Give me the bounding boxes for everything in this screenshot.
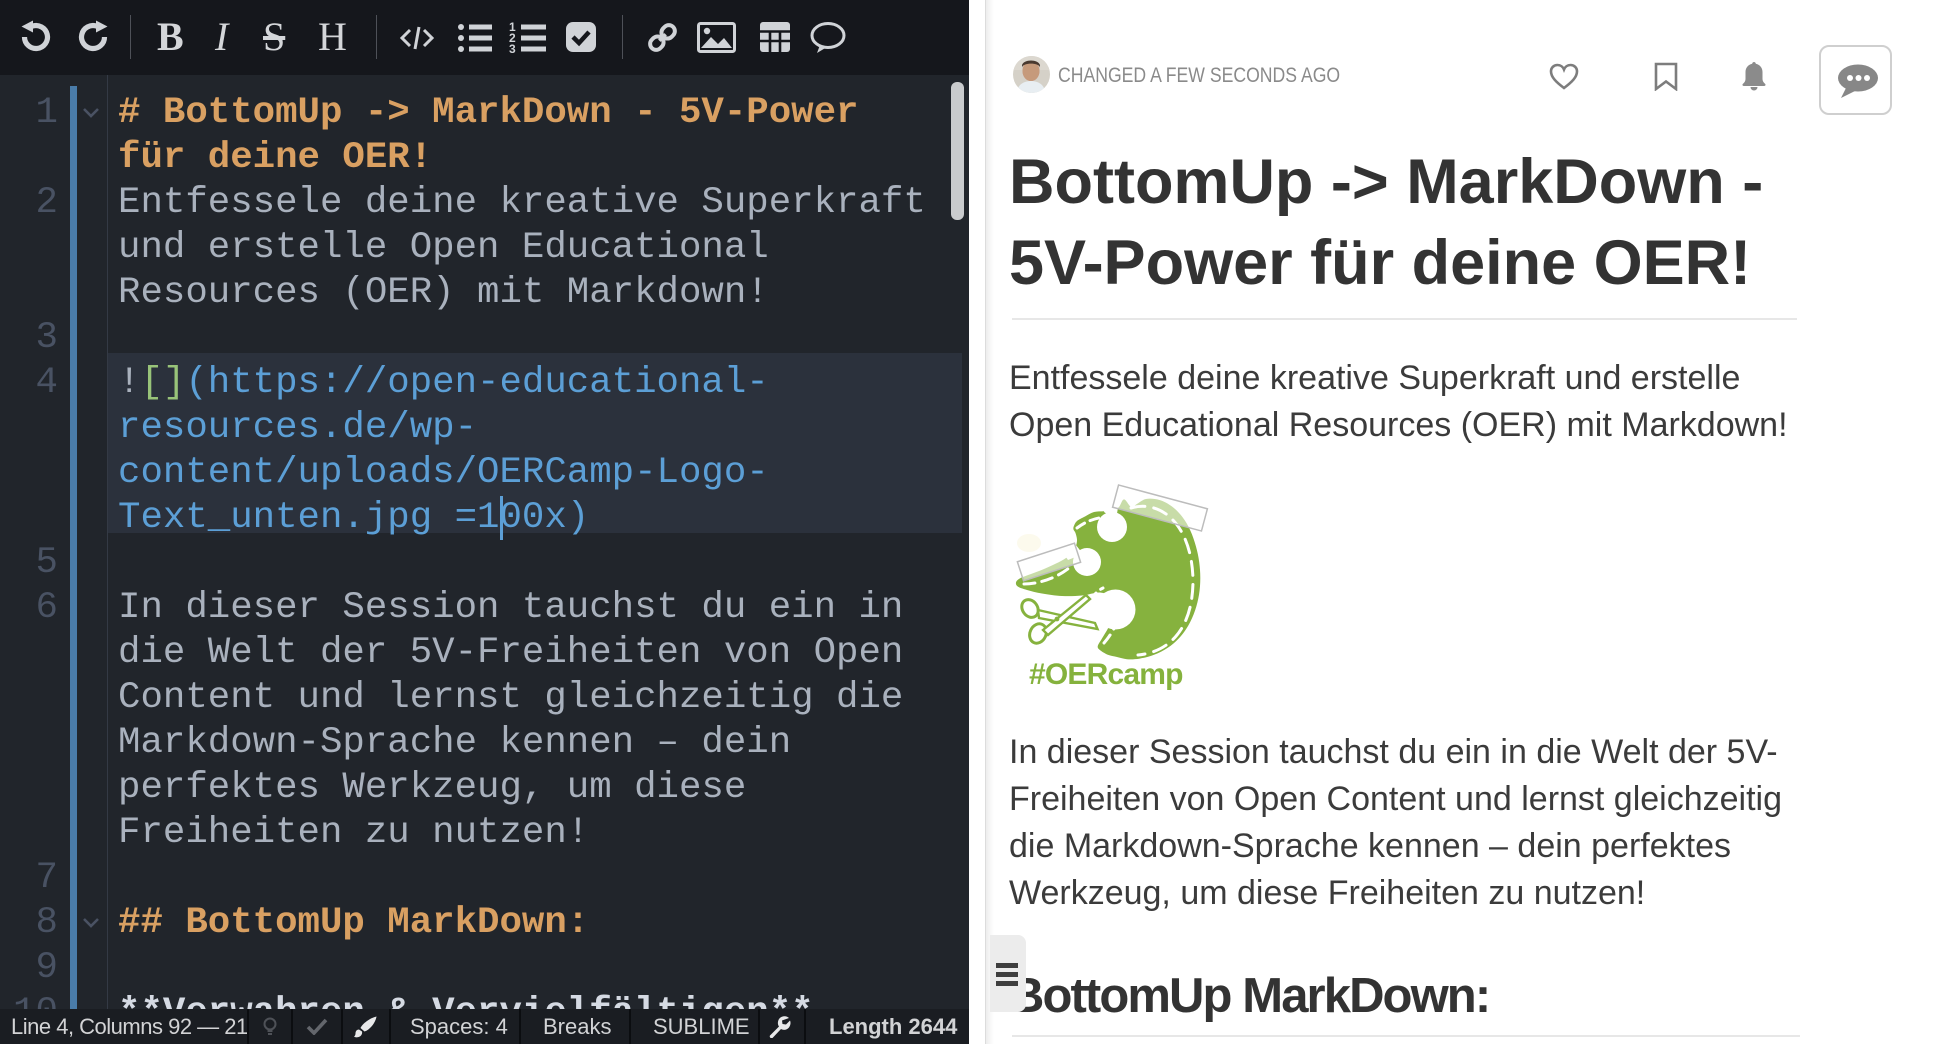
svg-text:3: 3 <box>509 42 516 54</box>
